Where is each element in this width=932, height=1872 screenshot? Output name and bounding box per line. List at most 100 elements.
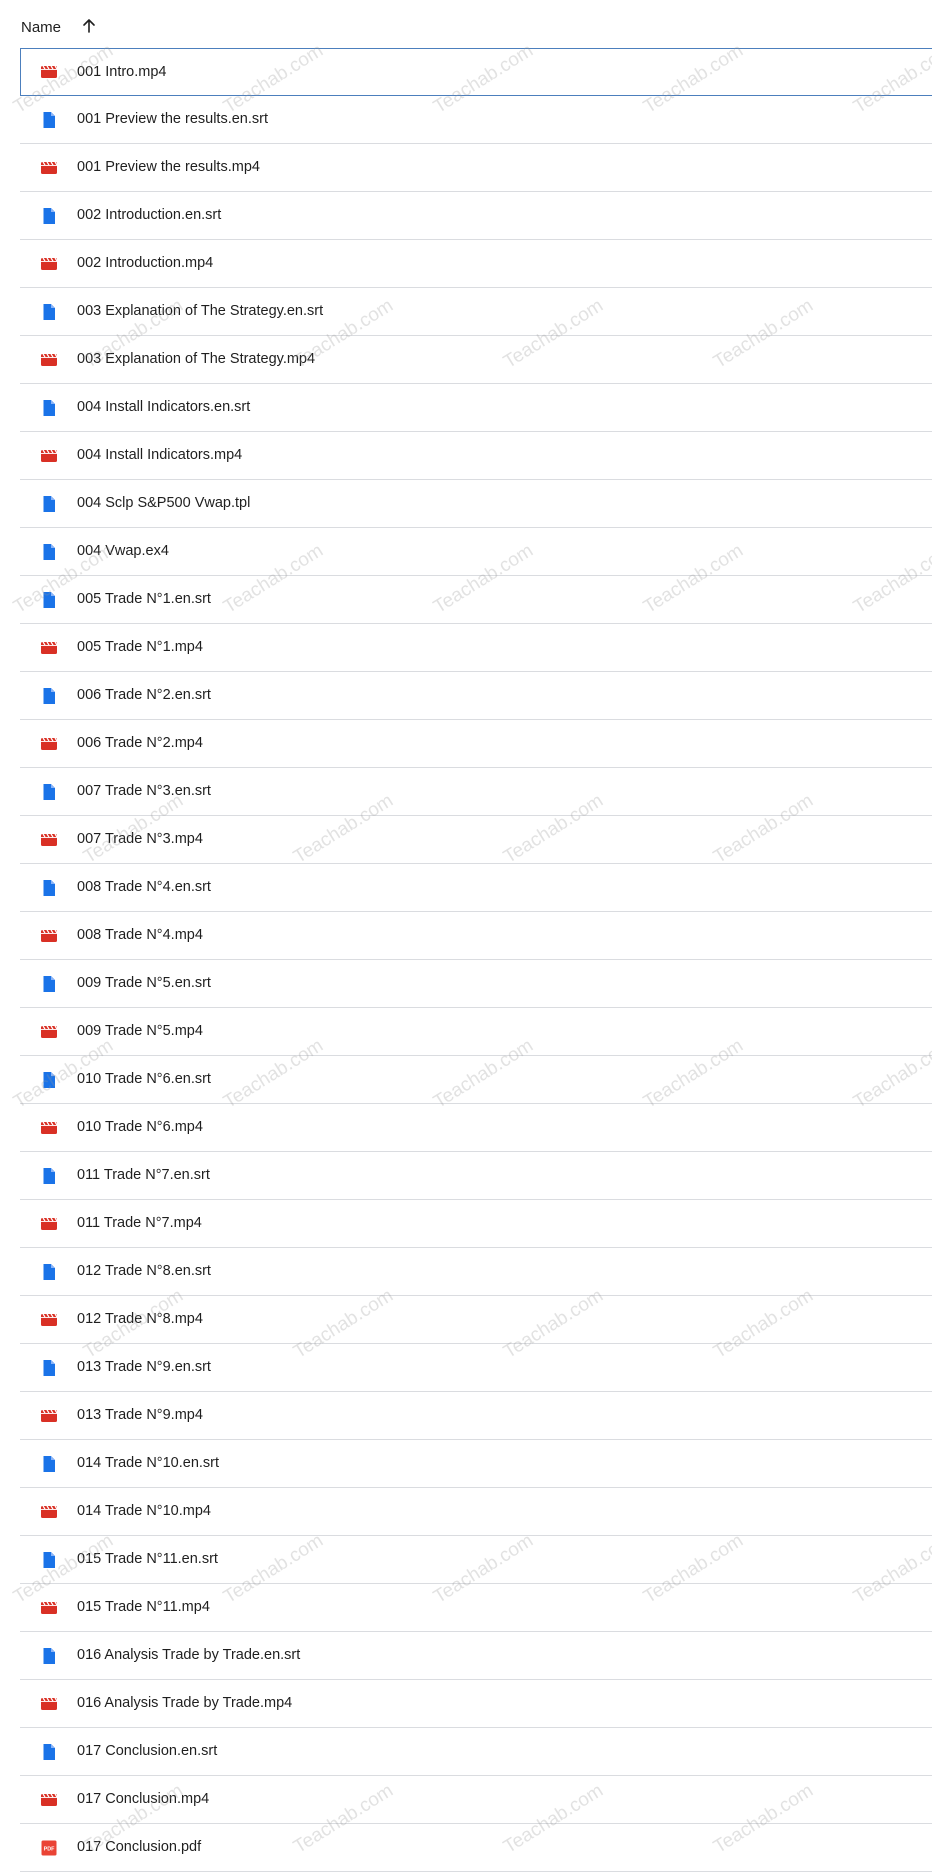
- file-name: 015 Trade N°11.mp4: [77, 1599, 210, 1615]
- video-file-icon: [40, 1695, 58, 1713]
- file-name: 011 Trade N°7.en.srt: [77, 1167, 210, 1183]
- file-row[interactable]: 008 Trade N°4.mp4: [20, 912, 932, 960]
- file-row[interactable]: 009 Trade N°5.mp4: [20, 1008, 932, 1056]
- file-list: 001 Intro.mp4 001 Preview the results.en…: [20, 48, 932, 1872]
- file-name: 004 Install Indicators.en.srt: [77, 399, 251, 415]
- video-file-icon: [40, 351, 58, 369]
- file-row[interactable]: 012 Trade N°8.mp4: [20, 1296, 932, 1344]
- document-file-icon: [40, 1167, 58, 1185]
- document-file-icon: [40, 783, 58, 801]
- file-row[interactable]: 004 Vwap.ex4: [20, 528, 932, 576]
- file-row[interactable]: 006 Trade N°2.en.srt: [20, 672, 932, 720]
- video-file-icon: [40, 1023, 58, 1041]
- file-name: 014 Trade N°10.mp4: [77, 1503, 211, 1519]
- document-file-icon: [40, 495, 58, 513]
- file-name: 010 Trade N°6.en.srt: [77, 1071, 211, 1087]
- file-name: 012 Trade N°8.en.srt: [77, 1263, 211, 1279]
- name-column-header[interactable]: Name: [21, 19, 61, 36]
- file-name: 004 Vwap.ex4: [77, 543, 169, 559]
- file-row[interactable]: 008 Trade N°4.en.srt: [20, 864, 932, 912]
- file-row[interactable]: 004 Sclp S&P500 Vwap.tpl: [20, 480, 932, 528]
- file-name: 008 Trade N°4.en.srt: [77, 879, 211, 895]
- pdf-file-icon: PDF: [40, 1839, 58, 1857]
- video-file-icon: [40, 1311, 58, 1329]
- file-name: 006 Trade N°2.en.srt: [77, 687, 211, 703]
- document-file-icon: [40, 1647, 58, 1665]
- file-row[interactable]: 017 Conclusion.mp4: [20, 1776, 932, 1824]
- file-row[interactable]: 001 Preview the results.mp4: [20, 144, 932, 192]
- video-file-icon: [40, 927, 58, 945]
- file-row[interactable]: 001 Preview the results.en.srt: [20, 96, 932, 144]
- file-name: 003 Explanation of The Strategy.en.srt: [77, 303, 324, 319]
- file-name: 017 Conclusion.mp4: [77, 1791, 210, 1807]
- file-row[interactable]: 004 Install Indicators.en.srt: [20, 384, 932, 432]
- video-file-icon: [40, 1119, 58, 1137]
- file-name: 009 Trade N°5.en.srt: [77, 975, 211, 991]
- video-file-icon: [40, 831, 58, 849]
- file-row[interactable]: 005 Trade N°1.en.srt: [20, 576, 932, 624]
- file-row[interactable]: 002 Introduction.mp4: [20, 240, 932, 288]
- svg-text:PDF: PDF: [44, 1847, 55, 1853]
- file-row[interactable]: 010 Trade N°6.mp4: [20, 1104, 932, 1152]
- video-file-icon: [40, 1215, 58, 1233]
- video-file-icon: [40, 63, 58, 81]
- arrow-up-icon: [83, 19, 95, 33]
- file-name: 002 Introduction.mp4: [77, 255, 214, 271]
- file-name: 001 Intro.mp4: [77, 64, 167, 80]
- file-row[interactable]: 010 Trade N°6.en.srt: [20, 1056, 932, 1104]
- document-file-icon: [40, 1551, 58, 1569]
- list-header: Name: [0, 0, 932, 50]
- file-name: 008 Trade N°4.mp4: [77, 927, 203, 943]
- file-row[interactable]: 014 Trade N°10.en.srt: [20, 1440, 932, 1488]
- file-row[interactable]: 015 Trade N°11.en.srt: [20, 1536, 932, 1584]
- file-row[interactable]: 002 Introduction.en.srt: [20, 192, 932, 240]
- file-row[interactable]: PDF 017 Conclusion.pdf: [20, 1824, 932, 1872]
- sort-ascending-button[interactable]: [78, 15, 100, 37]
- document-file-icon: [40, 975, 58, 993]
- file-row[interactable]: 014 Trade N°10.mp4: [20, 1488, 932, 1536]
- file-row[interactable]: 011 Trade N°7.en.srt: [20, 1152, 932, 1200]
- file-row[interactable]: 017 Conclusion.en.srt: [20, 1728, 932, 1776]
- file-row[interactable]: 007 Trade N°3.en.srt: [20, 768, 932, 816]
- file-name: 016 Analysis Trade by Trade.mp4: [77, 1695, 293, 1711]
- file-row[interactable]: 007 Trade N°3.mp4: [20, 816, 932, 864]
- file-name: 016 Analysis Trade by Trade.en.srt: [77, 1647, 301, 1663]
- file-row[interactable]: 013 Trade N°9.mp4: [20, 1392, 932, 1440]
- document-file-icon: [40, 1743, 58, 1761]
- file-row[interactable]: 009 Trade N°5.en.srt: [20, 960, 932, 1008]
- file-name: 010 Trade N°6.mp4: [77, 1119, 203, 1135]
- file-row[interactable]: 015 Trade N°11.mp4: [20, 1584, 932, 1632]
- file-name: 011 Trade N°7.mp4: [77, 1215, 202, 1231]
- file-row[interactable]: 013 Trade N°9.en.srt: [20, 1344, 932, 1392]
- file-name: 001 Preview the results.en.srt: [77, 111, 269, 127]
- document-file-icon: [40, 1455, 58, 1473]
- video-file-icon: [40, 1407, 58, 1425]
- file-name: 002 Introduction.en.srt: [77, 207, 222, 223]
- video-file-icon: [40, 1503, 58, 1521]
- file-row[interactable]: 003 Explanation of The Strategy.mp4: [20, 336, 932, 384]
- document-file-icon: [40, 111, 58, 129]
- file-row[interactable]: 001 Intro.mp4: [20, 48, 932, 96]
- file-row[interactable]: 006 Trade N°2.mp4: [20, 720, 932, 768]
- file-name: 001 Preview the results.mp4: [77, 159, 260, 175]
- file-name: 017 Conclusion.pdf: [77, 1839, 202, 1855]
- video-file-icon: [40, 639, 58, 657]
- file-name: 007 Trade N°3.en.srt: [77, 783, 211, 799]
- video-file-icon: [40, 255, 58, 273]
- file-row[interactable]: 005 Trade N°1.mp4: [20, 624, 932, 672]
- file-name: 013 Trade N°9.mp4: [77, 1407, 203, 1423]
- document-file-icon: [40, 879, 58, 897]
- file-row[interactable]: 012 Trade N°8.en.srt: [20, 1248, 932, 1296]
- document-file-icon: [40, 399, 58, 417]
- document-file-icon: [40, 303, 58, 321]
- file-name: 015 Trade N°11.en.srt: [77, 1551, 218, 1567]
- file-row[interactable]: 016 Analysis Trade by Trade.en.srt: [20, 1632, 932, 1680]
- video-file-icon: [40, 1599, 58, 1617]
- file-row[interactable]: 003 Explanation of The Strategy.en.srt: [20, 288, 932, 336]
- file-row[interactable]: 011 Trade N°7.mp4: [20, 1200, 932, 1248]
- file-row[interactable]: 004 Install Indicators.mp4: [20, 432, 932, 480]
- file-name: 009 Trade N°5.mp4: [77, 1023, 203, 1039]
- file-row[interactable]: 016 Analysis Trade by Trade.mp4: [20, 1680, 932, 1728]
- file-name: 017 Conclusion.en.srt: [77, 1743, 218, 1759]
- video-file-icon: [40, 1791, 58, 1809]
